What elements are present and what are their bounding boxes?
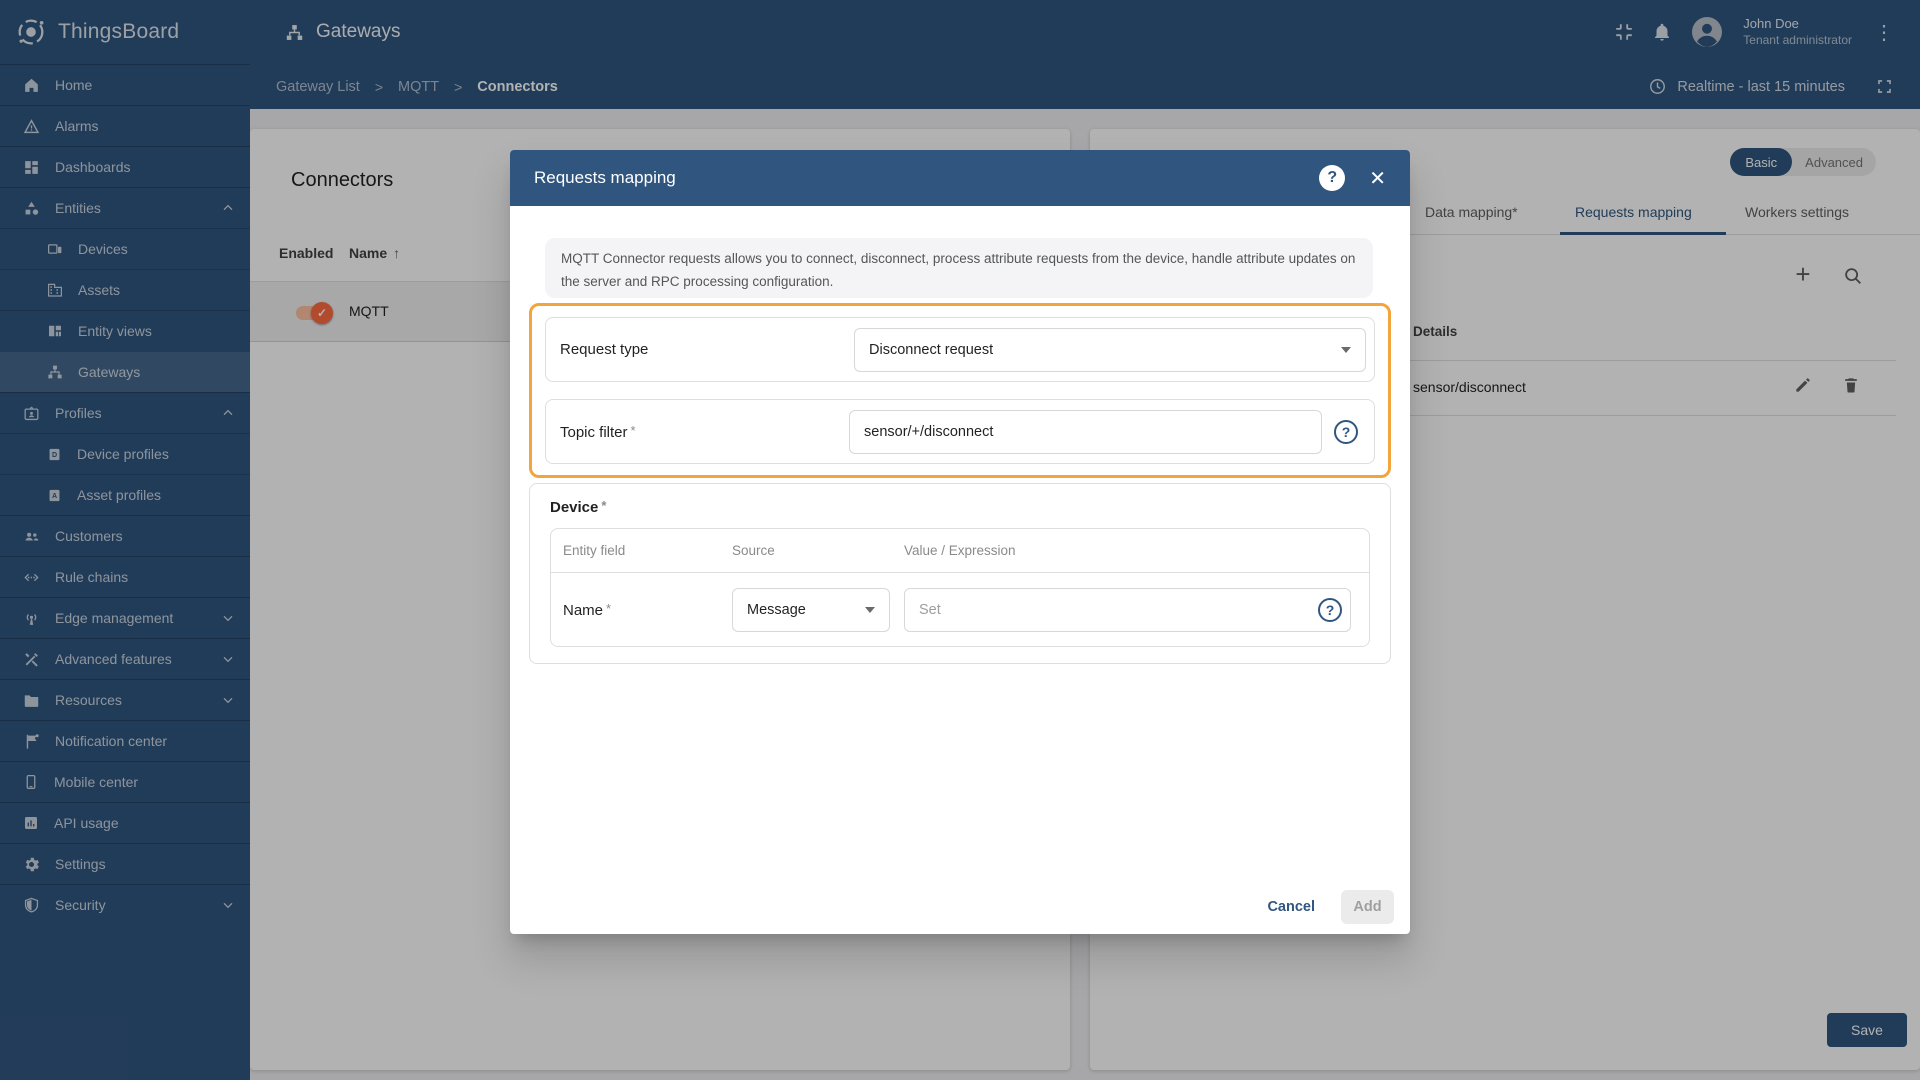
- screen: ThingsBoard Home Alarms Dashboards Entit…: [0, 0, 1920, 1080]
- device-table-row: Name * Message Set ?: [551, 573, 1369, 646]
- topic-filter-value: sensor/+/disconnect: [864, 423, 994, 440]
- label-text: Topic filter: [560, 423, 628, 441]
- request-type-value: Disconnect request: [869, 341, 994, 358]
- required-marker: *: [601, 498, 607, 513]
- dialog-title: Requests mapping: [534, 168, 676, 187]
- cancel-button[interactable]: Cancel: [1253, 891, 1329, 923]
- label-text: Device: [550, 499, 599, 516]
- request-type-label: Request type: [560, 341, 649, 358]
- caret-down-icon: [1341, 346, 1351, 353]
- requests-mapping-dialog: Requests mapping ? ✕ MQTT Connector requ…: [510, 150, 1410, 934]
- request-type-select[interactable]: Disconnect request: [854, 327, 1366, 372]
- value-placeholder: Set: [919, 601, 941, 618]
- topic-filter-card: Topic filter * sensor/+/disconnect ?: [545, 399, 1375, 464]
- column-value-expression: Value / Expression: [904, 543, 1016, 558]
- topic-filter-label: Topic filter *: [560, 423, 636, 441]
- dialog-header: Requests mapping ? ✕: [510, 150, 1410, 206]
- device-table-header: Entity field Source Value / Expression: [551, 529, 1369, 573]
- add-button[interactable]: Add: [1341, 890, 1394, 924]
- close-icon[interactable]: ✕: [1369, 166, 1386, 191]
- request-type-card: Request type Disconnect request: [545, 317, 1375, 382]
- device-mapping-table: Entity field Source Value / Expression N…: [550, 528, 1370, 647]
- label-text: Name: [563, 601, 604, 619]
- dialog-description: MQTT Connector requests allows you to co…: [545, 238, 1373, 298]
- required-marker: *: [606, 600, 612, 616]
- highlighted-section: Request type Disconnect request Topic fi…: [529, 303, 1391, 478]
- help-circle-icon[interactable]: ?: [1318, 597, 1342, 622]
- device-section-card: Device * Entity field Source Value / Expr…: [529, 483, 1391, 664]
- device-section-title: Device *: [550, 498, 1370, 516]
- topic-filter-input[interactable]: sensor/+/disconnect: [849, 409, 1322, 454]
- column-entity-field: Entity field: [563, 543, 626, 558]
- dialog-footer: Cancel Add: [1253, 890, 1394, 924]
- help-icon[interactable]: ?: [1319, 165, 1346, 191]
- value-expression-input[interactable]: Set ?: [904, 587, 1351, 632]
- source-value: Message: [747, 601, 806, 618]
- field-name-label: Name *: [563, 601, 732, 619]
- column-source: Source: [732, 543, 775, 558]
- help-circle-icon[interactable]: ?: [1334, 419, 1358, 444]
- caret-down-icon: [865, 606, 875, 613]
- required-marker: *: [630, 422, 636, 438]
- source-select[interactable]: Message: [732, 587, 890, 632]
